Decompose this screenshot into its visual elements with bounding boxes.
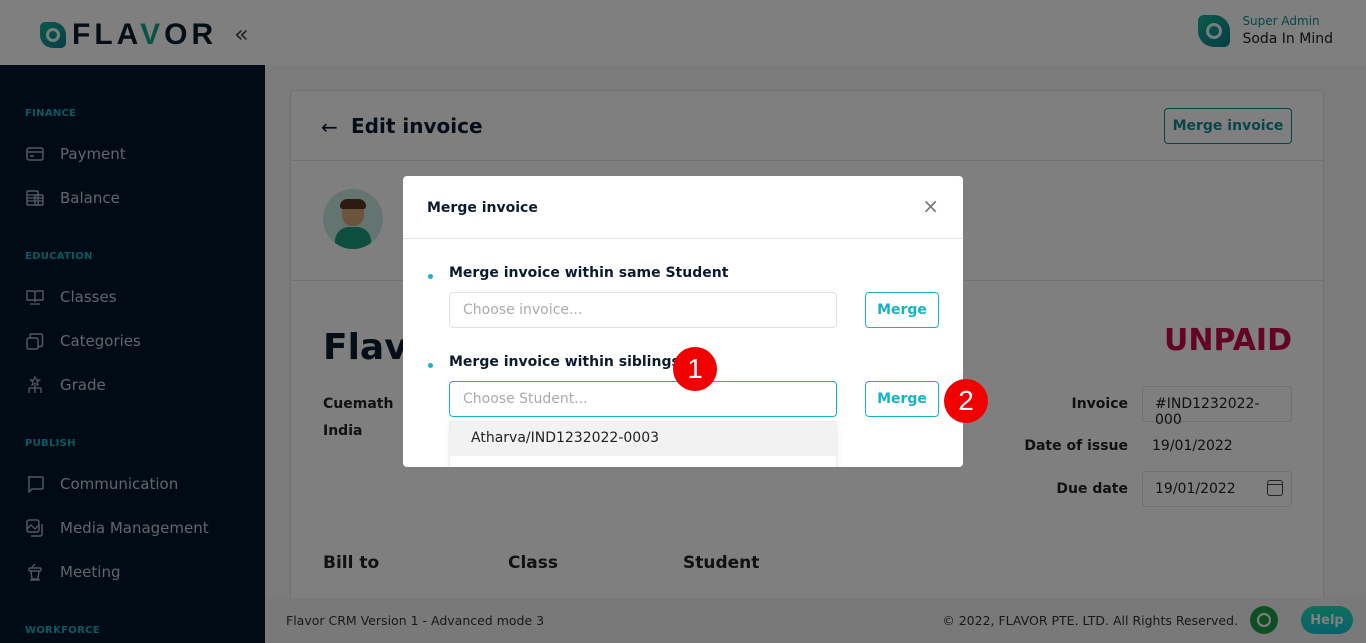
step-marker-1: 1 xyxy=(673,347,717,391)
bullet-icon xyxy=(428,363,433,368)
choose-invoice-select[interactable]: Choose invoice... xyxy=(449,292,837,328)
merge-invoice-modal: Merge invoice × Merge invoice within sam… xyxy=(403,176,963,467)
same-student-label: Merge invoice within same Student xyxy=(449,265,729,281)
modal-title: Merge invoice xyxy=(427,200,538,216)
merge-same-student-button[interactable]: Merge xyxy=(865,292,939,328)
siblings-label: Merge invoice within siblings xyxy=(449,354,680,370)
step-marker-2: 2 xyxy=(944,379,988,423)
modal-header: Merge invoice × xyxy=(403,176,963,239)
bullet-icon xyxy=(428,274,433,279)
dropdown-option[interactable]: Atharva/IND1232022-0003 xyxy=(450,422,836,456)
close-icon[interactable]: × xyxy=(922,196,939,216)
merge-siblings-button[interactable]: Merge xyxy=(865,381,939,417)
student-dropdown: Atharva/IND1232022-0003 xyxy=(449,421,837,467)
choose-student-select[interactable]: Choose Student... xyxy=(449,381,837,417)
